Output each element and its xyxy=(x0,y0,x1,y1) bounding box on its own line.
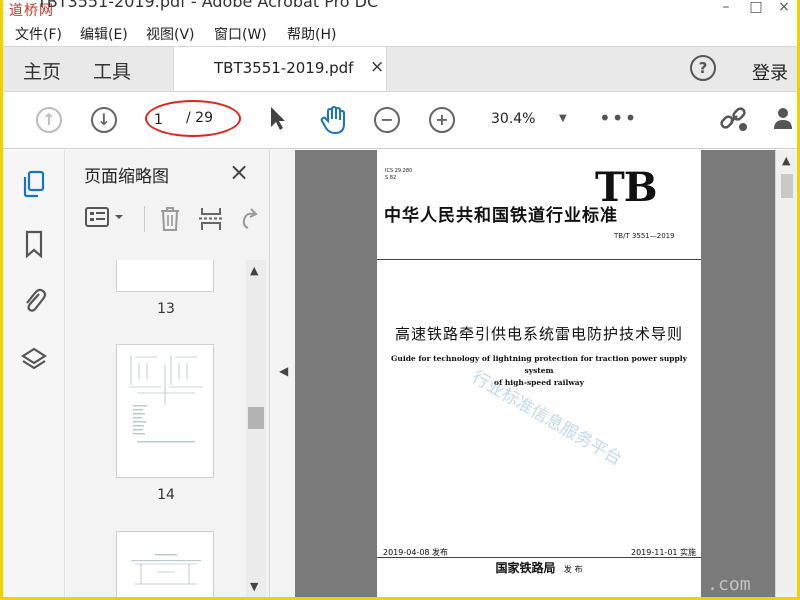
scroll-thumb[interactable] xyxy=(781,174,793,198)
thumbnail-page-13[interactable] xyxy=(116,260,214,292)
scroll-up-icon[interactable]: ▲ xyxy=(250,264,258,277)
help-icon[interactable]: ? xyxy=(690,55,716,81)
page-thumbnails-icon[interactable] xyxy=(21,170,47,198)
menu-window[interactable]: 窗口(W) xyxy=(214,24,267,44)
menu-view[interactable]: 视图(V) xyxy=(146,24,195,44)
menu-bar: 文件(F) 编辑(E) 视图(V) 窗口(W) 帮助(H) xyxy=(3,22,797,46)
tab-bar: 主页 工具 TBT3551-2019.pdf × ? 登录 xyxy=(3,46,797,92)
scroll-thumb[interactable] xyxy=(248,407,264,429)
thumbnail-page-15[interactable] xyxy=(116,531,214,597)
zoom-value: 30.4% xyxy=(491,111,536,127)
delete-page-icon[interactable] xyxy=(158,206,182,237)
document-view[interactable]: ICS 29.280 S 82 TB 中华人民共和国铁道行业标准 TB/T 35… xyxy=(295,150,775,597)
share-link-icon[interactable] xyxy=(719,105,749,139)
thumbnail-scrollbar[interactable]: ▲ ▼ xyxy=(246,260,266,597)
menu-help[interactable]: 帮助(H) xyxy=(287,24,336,44)
maximize-button[interactable]: □ xyxy=(741,0,771,20)
navigation-rail xyxy=(3,150,65,597)
document-title-cn: 高速铁路牵引供电系统雷电防护技术导则 xyxy=(394,325,683,343)
thumbnail-list: 13 14 xyxy=(66,260,246,597)
tab-tools[interactable]: 工具 xyxy=(93,57,131,84)
add-user-icon[interactable] xyxy=(773,105,797,139)
select-arrow-icon[interactable] xyxy=(268,105,288,137)
page-thumbnails-panel: 页面缩略图 × 13 14 ▲ ▼ xyxy=(66,150,270,597)
document-scrollbar[interactable]: ▲ xyxy=(775,150,797,597)
document-tab-label: TBT3551-2019.pdf xyxy=(214,59,354,77)
scroll-down-icon[interactable]: ▼ xyxy=(250,580,258,593)
scroll-up-icon[interactable]: ▲ xyxy=(782,154,790,167)
extract-page-icon[interactable] xyxy=(199,206,223,237)
thumbnail-number: 14 xyxy=(157,487,175,503)
document-title-en: Guide for technology of lightning protec… xyxy=(390,354,687,387)
more-tools-icon[interactable]: ••• xyxy=(599,106,637,130)
chevron-down-icon: ▼ xyxy=(559,113,567,124)
login-button[interactable]: 登录 xyxy=(752,59,788,85)
zoom-out-icon[interactable]: − xyxy=(374,107,400,133)
menu-edit[interactable]: 编辑(E) xyxy=(80,24,128,44)
thumbnail-page-14[interactable] xyxy=(116,344,214,478)
close-window-button[interactable]: × xyxy=(769,0,797,20)
url-watermark: WWW. .com xyxy=(653,574,751,595)
layers-icon[interactable] xyxy=(20,346,48,372)
standard-type: 中华人民共和国铁道行业标准 xyxy=(384,206,618,226)
page-down-icon[interactable]: ↓ xyxy=(91,107,117,133)
red-annotation-circle xyxy=(145,100,241,137)
thumbnail-options-icon[interactable] xyxy=(84,206,126,235)
panel-title: 页面缩略图 xyxy=(84,167,169,187)
page-up-icon[interactable]: ↑ xyxy=(36,107,62,133)
tab-home[interactable]: 主页 xyxy=(23,57,61,84)
title-bar: 道桥网 TBT3551-2019.pdf - Adobe Acrobat Pro… xyxy=(3,0,797,20)
hand-icon[interactable] xyxy=(319,105,349,141)
bookmark-icon[interactable] xyxy=(21,230,47,259)
rotate-page-icon[interactable] xyxy=(238,206,260,237)
toolbar-divider xyxy=(144,206,145,232)
minimize-button[interactable]: – xyxy=(711,0,741,20)
tab-document[interactable]: TBT3551-2019.pdf × xyxy=(173,47,387,92)
ics-code: ICS 29.280 S 82 xyxy=(385,168,413,181)
standard-code: TB/T 3551—2019 xyxy=(614,232,675,240)
toolbar: ↑ ↓ / 29 − + 30.4% ▼ ••• xyxy=(3,91,797,149)
zoom-dropdown[interactable]: 30.4% ▼ xyxy=(483,110,575,132)
close-tab-icon[interactable]: × xyxy=(370,57,384,77)
attachment-icon[interactable] xyxy=(21,286,47,312)
menu-file[interactable]: 文件(F) xyxy=(15,24,62,44)
window-title: TBT3551-2019.pdf - Adobe Acrobat Pro DC xyxy=(37,0,379,11)
footer-rule xyxy=(377,557,701,558)
pdf-page: ICS 29.280 S 82 TB 中华人民共和国铁道行业标准 TB/T 35… xyxy=(377,150,701,597)
acrobat-window: 道桥网 TBT3551-2019.pdf - Adobe Acrobat Pro… xyxy=(3,0,797,597)
thumbnail-number: 13 xyxy=(157,301,175,317)
collapse-arrow-icon: ◀ xyxy=(279,364,289,378)
panel-collapse-handle[interactable]: ◀ xyxy=(271,150,295,597)
zoom-in-icon[interactable]: + xyxy=(429,107,455,133)
close-panel-icon[interactable]: × xyxy=(229,158,249,186)
header-rule xyxy=(377,259,701,260)
panel-toolbar xyxy=(66,194,269,244)
